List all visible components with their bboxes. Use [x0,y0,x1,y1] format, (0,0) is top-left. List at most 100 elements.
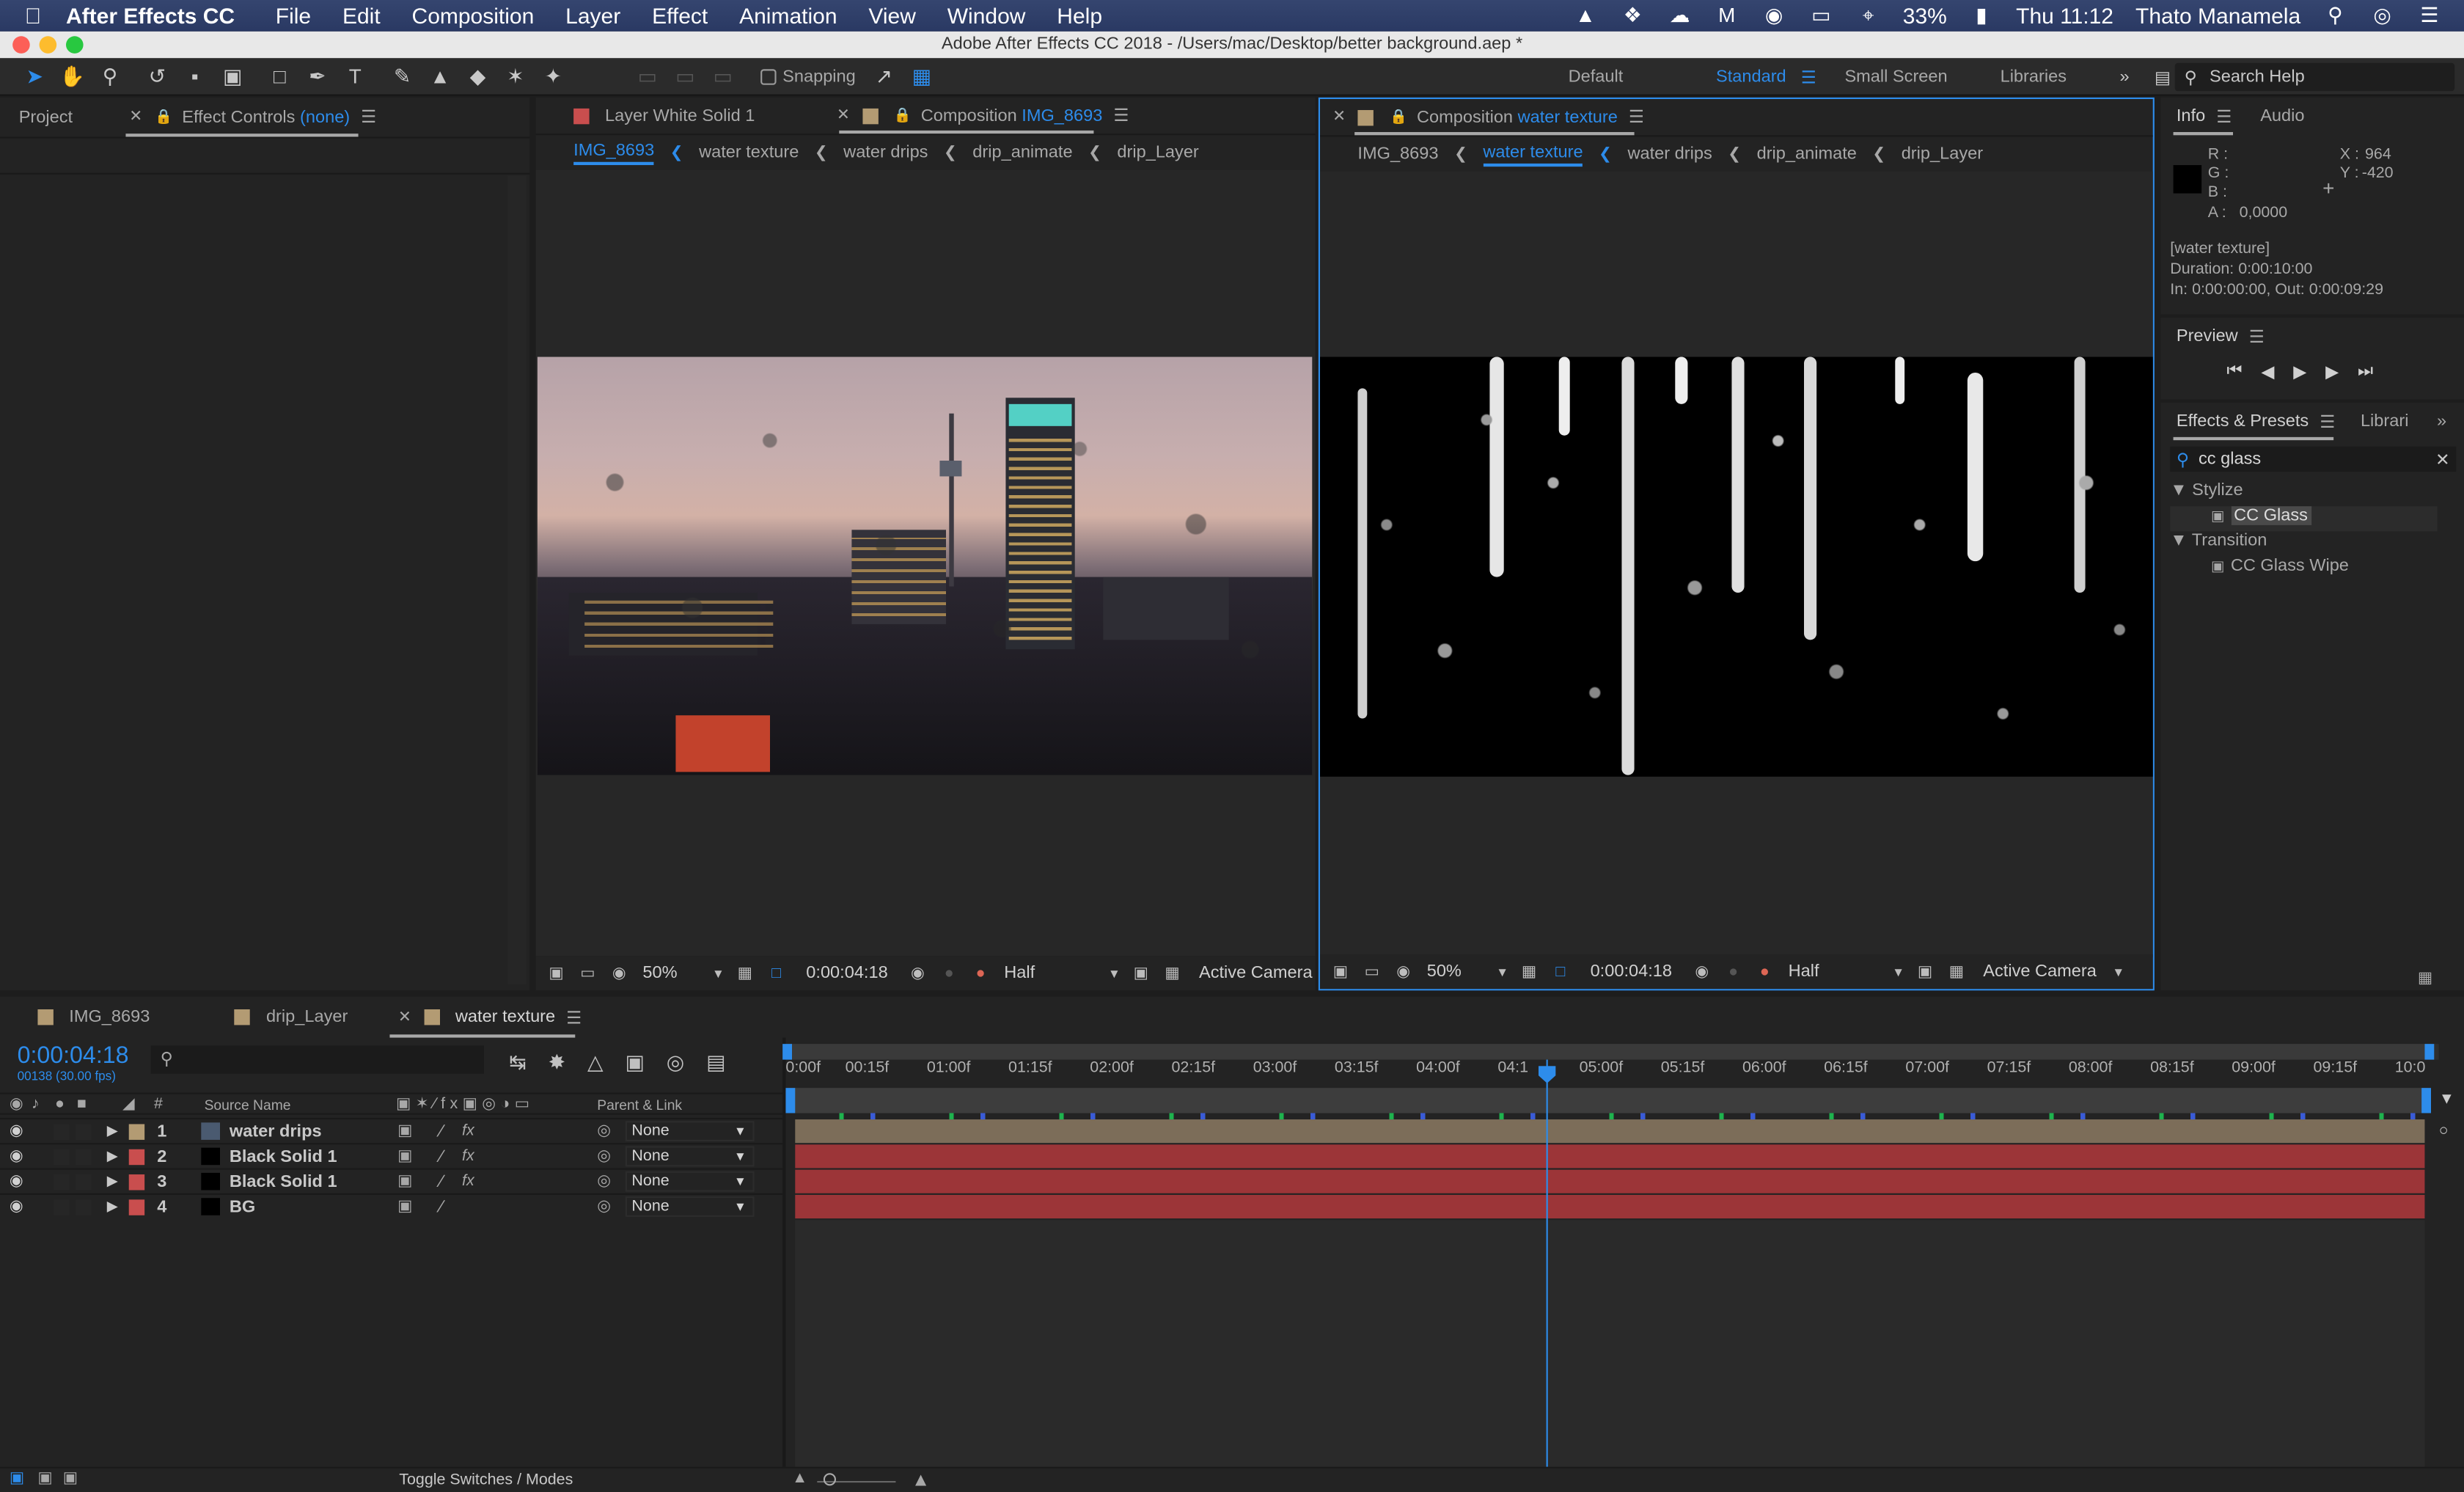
clone-stamp-tool-icon[interactable]: ▲ [425,61,456,92]
parent-dropdown[interactable]: None ▼ [625,1171,755,1192]
timeline-current-time[interactable]: 0:00:04:18 [18,1042,129,1069]
snapshot-camera-icon[interactable]: ◉ [906,964,928,983]
monitor-icon[interactable]: ▭ [1361,962,1383,981]
col-parent-link[interactable]: Parent & Link [597,1097,682,1113]
menu-animation[interactable]: Animation [739,3,837,28]
graph-editor-icon[interactable]: ▤ [706,1050,725,1075]
eye-visibility-icon[interactable]: ◉ [10,1148,23,1166]
user-name[interactable]: Thato Manamela [2135,3,2300,28]
current-time-display[interactable]: 0:00:04:18 [1591,962,1672,981]
solo-toggle[interactable] [53,1123,70,1139]
audio-toggle-icon[interactable]: ♪ [32,1096,40,1113]
eye-visibility-icon[interactable]: ◉ [10,1173,23,1191]
navigator-end-handle[interactable] [2421,1088,2431,1113]
lock-icon[interactable]: 🔒 [155,109,172,126]
fx-switch-icon[interactable]: fx [462,1122,474,1140]
layer-row[interactable]: ◉ ▶ 4 BG ▣ ∕ ◎ None ▼ [0,1193,783,1218]
lock-toggle[interactable] [75,1123,92,1139]
fast-preview-icon[interactable]: ▣ [1914,962,1936,981]
title-safe-icon[interactable]: ▦ [1518,962,1540,981]
current-time-display[interactable]: 0:00:04:18 [806,964,887,983]
work-area-bar[interactable] [782,1044,2439,1060]
camera-view-dropdown[interactable]: Active Camera [1199,964,1313,983]
tab-libraries[interactable]: Librari [2361,412,2409,431]
parent-dropdown[interactable]: None ▼ [625,1146,755,1167]
battery-icon[interactable]: ▮ [1969,4,1994,26]
layer-bar-black-solid-1b[interactable] [795,1169,2425,1193]
lock-icon[interactable]: 🔒 [894,107,912,125]
close-tab-icon[interactable]: ✕ [837,107,850,125]
region-of-interest-icon[interactable]: □ [766,964,788,983]
crumb-water-drips[interactable]: water drips [1627,145,1712,164]
resolution-dropdown[interactable]: Half ▼ [1004,964,1121,983]
zoom-tool-icon[interactable]: ⚲ [95,61,126,92]
timeline-empty-area[interactable] [795,1220,2425,1472]
transparency-grid-icon[interactable]: ▦ [1946,962,1968,981]
layer-label-color[interactable] [128,1199,145,1215]
world-axis-icon[interactable]: ▭ [670,61,701,92]
notification-center-icon[interactable]: ☰ [2417,4,2442,26]
video-toggle-icon[interactable]: ◉ [10,1096,23,1113]
previous-frame-icon[interactable]: ◀ [2261,362,2274,382]
tab-info[interactable]: Info [2177,107,2205,126]
menu-effect[interactable]: Effect [652,3,708,28]
frame-blending-icon[interactable]: ▣ [625,1050,644,1075]
menu-view[interactable]: View [868,3,915,28]
expand-triangle-icon[interactable]: ▶ [107,1148,118,1166]
clear-search-icon[interactable]: ✕ [2435,449,2450,469]
solo-toggle[interactable] [53,1173,70,1190]
cloud-icon[interactable]: ☁ [1667,4,1692,26]
workspace-libraries[interactable]: Libraries [2001,67,2120,87]
shy-switch-icon[interactable]: ▣ [397,1173,412,1191]
more-workspaces-icon[interactable]: » [2119,67,2129,87]
effect-cc-glass-wipe[interactable]: ▣ CC Glass Wipe [2170,557,2437,582]
snapshot-camera-icon[interactable]: ◉ [1691,962,1713,981]
crumb-drip-animate[interactable]: drip_animate [1757,145,1857,164]
tab-composition-water-texture[interactable]: Composition water texture [1417,108,1618,127]
layer-bar-water-drips[interactable] [795,1119,2425,1144]
pick-whip-icon[interactable]: ◎ [597,1148,611,1166]
timeline-tab-drip-layer[interactable]: drip_Layer [266,1008,348,1027]
solo-toggle[interactable] [53,1199,70,1215]
new-folder-icon[interactable]: ▦ [2418,970,2432,987]
zoom-dropdown[interactable]: 50% ▼ [1427,962,1508,981]
tab-project[interactable]: Project [19,108,73,127]
work-area-end-handle[interactable] [2424,1044,2435,1060]
selection-tool-icon[interactable]: ➤ [19,61,51,92]
puppet-pin-tool-icon[interactable]: ✦ [538,61,569,92]
creative-cloud-icon[interactable]: ◉ [1761,4,1786,26]
comp-mini-flowchart-icon[interactable]: ↹ [509,1050,526,1075]
group-transition[interactable]: ▼ Transition [2170,531,2437,556]
tab-effect-controls[interactable]: Effect Controls (none) [182,108,350,127]
layer-row[interactable]: ◉ ▶ 2 Black Solid 1 ▣ ∕ fx ◎ None ▼ [0,1143,783,1168]
quality-switch-icon[interactable]: ∕ [440,1172,443,1191]
layer-label-color[interactable] [128,1173,145,1190]
group-stylize[interactable]: ▼ Stylize [2170,481,2437,506]
tab-layer-white-solid[interactable]: Layer White Solid 1 [605,106,755,125]
color-channels-icon[interactable]: ● [969,964,991,983]
zoom-out-icon[interactable]: ▲ [792,1470,807,1488]
lock-toggle[interactable] [75,1199,92,1215]
fast-preview-icon[interactable]: ▣ [1130,964,1152,983]
panel-menu-icon[interactable]: ☰ [566,1007,582,1028]
timeline-tab-water-texture[interactable]: water texture [455,1008,555,1027]
parent-dropdown[interactable]: None ▼ [625,1196,755,1217]
lock-icon[interactable]: 🔒 [1390,109,1407,126]
lock-icon[interactable]: ■ [77,1096,87,1113]
close-tab-icon[interactable]: ✕ [1332,109,1346,126]
layer-name[interactable]: water drips [230,1122,322,1141]
vr-goggles-icon[interactable]: ◉ [1393,962,1415,981]
vlc-icon[interactable]: ▲ [1573,4,1598,26]
menu-composition[interactable]: Composition [412,3,535,28]
quality-switch-icon[interactable]: ∕ [440,1147,443,1166]
parent-dropdown[interactable]: None ▼ [625,1121,755,1142]
menu-app-name[interactable]: After Effects CC [66,3,235,28]
monitor-icon[interactable]: ▭ [576,964,598,983]
view-axis-icon[interactable]: ▭ [707,61,738,92]
shy-layers-icon[interactable]: △ [587,1050,603,1075]
lock-toggle[interactable] [75,1148,92,1165]
shy-switch-icon[interactable]: ▣ [397,1148,412,1166]
panel-menu-icon[interactable]: ☰ [1629,107,1644,128]
draft-3d-icon[interactable]: ✸ [549,1050,565,1075]
shy-switch-icon[interactable]: ▣ [397,1122,412,1140]
